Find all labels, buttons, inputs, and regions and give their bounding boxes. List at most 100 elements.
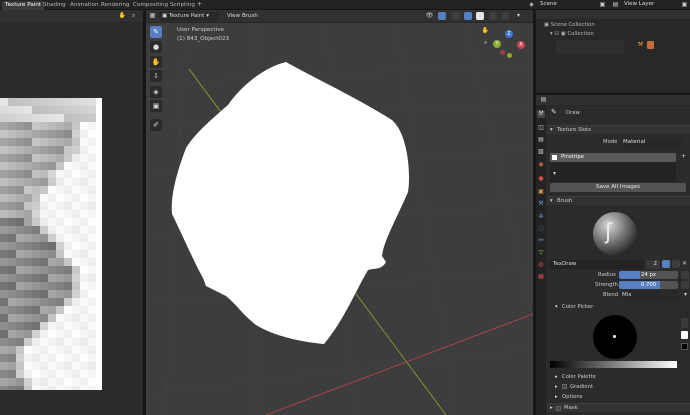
xray-icon[interactable]: [464, 12, 472, 20]
smear-icon[interactable]: ✋: [150, 56, 162, 68]
outliner-scene-collection[interactable]: ▣ Scene Collection: [544, 22, 595, 28]
texture-slot-item[interactable]: Pinstripe: [550, 153, 676, 162]
radius-pressure-icon[interactable]: [681, 271, 689, 279]
chevron-right-icon[interactable]: ▸: [555, 374, 558, 380]
tab-texture-paint[interactable]: Texture Paint: [2, 1, 45, 10]
gradient-checkbox[interactable]: [562, 384, 567, 389]
world-tab-icon[interactable]: ●: [537, 175, 545, 183]
gradient-title[interactable]: Gradient: [570, 384, 593, 390]
mode-selector[interactable]: ▣ Texture Paint ▾: [159, 12, 219, 21]
copy-icon[interactable]: ▣: [598, 1, 607, 9]
tab-scripting[interactable]: Scripting: [167, 1, 198, 10]
texture-image[interactable]: [0, 98, 102, 390]
gizmo-z-axis[interactable]: Z: [505, 30, 513, 38]
gizmo-toggle-icon[interactable]: [438, 12, 446, 20]
data-tab-icon[interactable]: ▽: [537, 249, 545, 257]
brush-users-count[interactable]: 2: [646, 260, 660, 269]
texture-slot-list[interactable]: [550, 162, 676, 182]
brush-name-field[interactable]: TexDraw: [550, 260, 644, 269]
texture-tab-icon[interactable]: ▦: [537, 273, 545, 281]
fill-icon[interactable]: ◈: [150, 86, 162, 98]
modifier-wrench-icon[interactable]: ⚒: [636, 41, 645, 49]
blend-dropdown[interactable]: Mix: [619, 291, 678, 300]
close-icon[interactable]: ✕: [680, 260, 689, 268]
zoom-icon[interactable]: ⌕: [481, 39, 490, 47]
color-swatch-primary[interactable]: [681, 331, 688, 339]
view-layer-tab-icon[interactable]: ▧: [537, 148, 545, 156]
strength-pressure-icon[interactable]: [681, 281, 689, 289]
shading-options-icon[interactable]: ▾: [514, 12, 523, 20]
strength-slider[interactable]: 0.700: [619, 281, 678, 289]
color-palette-title[interactable]: Color Palette: [562, 374, 596, 380]
plus-icon[interactable]: +: [679, 153, 688, 161]
scrollbar-handle[interactable]: [681, 318, 688, 328]
soften-icon[interactable]: ●: [150, 41, 162, 53]
chevron-right-icon[interactable]: ▸: [555, 384, 558, 390]
duplicate-brush-icon[interactable]: [672, 260, 680, 268]
radius-slider[interactable]: 24 px: [619, 271, 678, 279]
brush-thumbnail[interactable]: ʃ: [593, 212, 637, 256]
color-wheel[interactable]: [593, 315, 637, 359]
fake-user-icon[interactable]: [662, 260, 670, 268]
mask-checkbox[interactable]: [556, 406, 561, 411]
physics-tab-icon[interactable]: ◌: [537, 225, 545, 233]
editor-type-icon[interactable]: ▤: [539, 96, 548, 104]
plus-icon[interactable]: +: [195, 1, 204, 9]
chevron-right-icon[interactable]: ▸: [555, 394, 558, 400]
tab-rendering[interactable]: Rendering: [98, 1, 133, 10]
gizmo-neg-x[interactable]: [500, 50, 505, 55]
mode-dropdown[interactable]: Material: [620, 138, 683, 147]
3d-viewport[interactable]: ▦ ▣ Texture Paint ▾ View Brush 👁 ▾ User …: [146, 10, 533, 415]
value-slider[interactable]: [550, 361, 677, 368]
material-shading-icon[interactable]: [489, 12, 497, 20]
zoom-icon[interactable]: ⌕: [129, 12, 138, 20]
outliner-collection[interactable]: ▾ ☑ ▣ Collection: [550, 31, 594, 37]
gizmo-x-axis[interactable]: X: [517, 41, 525, 49]
material-icon[interactable]: [647, 41, 654, 49]
render-tab-icon[interactable]: ◫: [537, 124, 545, 132]
material-tab-icon[interactable]: ◍: [537, 261, 545, 269]
view-layer-selector[interactable]: View Layer: [621, 0, 657, 9]
options-title[interactable]: Options: [562, 394, 582, 400]
particles-tab-icon[interactable]: ✲: [537, 213, 545, 221]
chevron-down-icon[interactable]: ▾: [555, 304, 558, 310]
menu-brush[interactable]: Brush: [239, 12, 261, 21]
texture-slots-panel-header[interactable]: ▾ Texture Slots: [547, 125, 690, 134]
editor-type-icon[interactable]: ▦: [148, 12, 157, 20]
color-wheel-cursor[interactable]: [613, 335, 616, 338]
gizmo-y-axis[interactable]: Y: [493, 40, 501, 48]
scene-icon[interactable]: ◈: [527, 1, 536, 9]
outliner[interactable]: ▣ Scene Collection ▾ ☑ ▣ Collection ⚒: [536, 10, 690, 93]
output-tab-icon[interactable]: ▤: [537, 136, 545, 144]
annotate-icon[interactable]: ✐: [150, 119, 162, 131]
view-layer-icon[interactable]: ▤: [611, 1, 620, 9]
mask-panel-header[interactable]: ▸ Mask: [547, 403, 690, 412]
scene-tab-icon[interactable]: ◉: [537, 161, 545, 169]
chevron-down-icon[interactable]: ▾: [681, 291, 690, 299]
solid-shading-icon[interactable]: [476, 12, 484, 20]
tab-animation[interactable]: Animation: [67, 1, 102, 10]
tool-tab-icon[interactable]: ⚒: [537, 110, 545, 118]
gizmo-neg-y[interactable]: [507, 53, 512, 58]
view-layer-copy-icon[interactable]: ▣: [680, 1, 689, 9]
scene-selector[interactable]: Scene: [537, 0, 560, 9]
outliner-object-row[interactable]: [556, 40, 624, 54]
draw-brush-icon[interactable]: ✎: [150, 26, 162, 38]
hand-pan-icon[interactable]: ✋: [118, 12, 127, 20]
overlay-icon[interactable]: [452, 12, 460, 20]
brush-panel-header[interactable]: ▾ Brush: [547, 196, 690, 205]
modifier-tab-icon[interactable]: ⚒: [537, 200, 545, 208]
color-picker-title[interactable]: Color Picker: [562, 304, 593, 310]
constraints-tab-icon[interactable]: ⚯: [537, 237, 545, 245]
mask-icon[interactable]: ▣: [150, 100, 162, 112]
image-editor[interactable]: ✋ ⌕: [0, 10, 143, 415]
save-all-images-button[interactable]: Save All Images: [550, 183, 686, 192]
tab-compositing[interactable]: Compositing: [130, 1, 171, 10]
rendered-shading-icon[interactable]: [501, 12, 509, 20]
list-menu-icon[interactable]: ▾: [550, 170, 559, 178]
object-tab-icon[interactable]: ▣: [537, 188, 545, 196]
visibility-icon[interactable]: 👁: [425, 12, 434, 20]
color-swatch-secondary[interactable]: [681, 343, 688, 350]
tab-shading[interactable]: Shading: [40, 1, 69, 10]
navigation-gizmo[interactable]: Z Y X: [491, 27, 527, 63]
